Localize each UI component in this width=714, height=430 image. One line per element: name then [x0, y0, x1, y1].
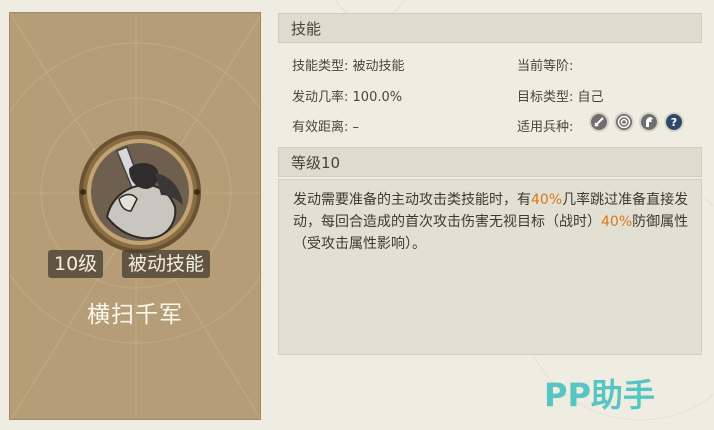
level-description-box: 发动需要准备的主动攻击类技能时，有40%几率跳过准备直接发动，每回合造成的首次攻… — [278, 179, 702, 355]
range-row: 有效距离: – — [292, 116, 359, 135]
current-stage-row: 当前等阶: — [517, 55, 573, 74]
current-stage-label: 当前等阶: — [517, 59, 574, 74]
skill-card: 10级 被动技能 横扫千军 — [9, 12, 261, 420]
desc-highlight-2: 40% — [601, 214, 633, 230]
unit-types-label: 适用兵种: — [517, 120, 574, 135]
skill-type-badge: 被动技能 — [122, 250, 211, 278]
trigger-rate-label: 发动几率: — [292, 90, 349, 105]
range-value: – — [352, 120, 360, 135]
trigger-rate-value: 100.0% — [352, 90, 403, 105]
sword-icon[interactable] — [589, 112, 609, 132]
target-type-value: 自己 — [577, 90, 604, 105]
cavalry-icon[interactable] — [639, 112, 659, 132]
skill-section-title: 技能 — [291, 20, 322, 38]
level-section-title: 等级10 — [291, 154, 341, 172]
unit-types-row: 适用兵种: — [517, 116, 573, 135]
watermark-logo: PP助手 — [544, 376, 655, 414]
question-icon[interactable]: ? — [664, 112, 684, 132]
target-icon[interactable] — [614, 112, 634, 132]
level-description: 发动需要准备的主动攻击类技能时，有40%几率跳过准备直接发动，每回合造成的首次攻… — [293, 189, 693, 255]
desc-highlight-1: 40% — [531, 192, 563, 208]
range-label: 有效距离: — [292, 120, 349, 135]
level-section-header: 等级10 — [278, 147, 702, 177]
target-type-label: 目标类型: — [517, 90, 574, 105]
level-badge: 10级 — [48, 250, 104, 278]
unit-type-icons: ? — [589, 112, 684, 132]
svg-text:?: ? — [671, 116, 677, 128]
skill-type-value: 被动技能 — [352, 59, 405, 74]
skill-type-label: 技能类型: — [292, 59, 349, 74]
desc-text-1: 发动需要准备的主动攻击类技能时，有 — [293, 192, 531, 208]
trigger-rate-row: 发动几率: 100.0% — [292, 86, 402, 105]
skill-section-header: 技能 — [278, 13, 702, 43]
skill-name: 横扫千军 — [87, 302, 183, 328]
target-type-row: 目标类型: 自己 — [517, 86, 604, 105]
swordsman-emblem-icon — [79, 131, 201, 253]
skill-type-row: 技能类型: 被动技能 — [292, 55, 405, 74]
